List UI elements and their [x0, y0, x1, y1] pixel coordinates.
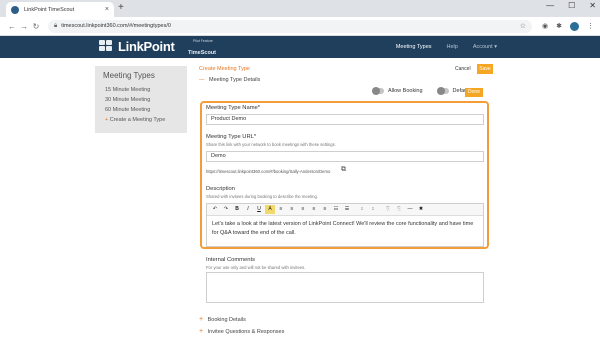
reload-icon[interactable]: ↻ [30, 22, 42, 31]
sidebar: Meeting Types 15 Minute Meeting 30 Minut… [95, 66, 187, 133]
nav-meeting-types[interactable]: Meeting Types [396, 44, 432, 50]
collapse-minus-icon: — [199, 77, 205, 83]
puzzle-icon[interactable]: ✱ [556, 22, 562, 30]
logo-text: LinkPoint [118, 39, 175, 54]
editor-toolbar: ↶ ↷ B I U A ≡ ≡ ≡ ≡ ≡ ☷ ☰ ↕ ↕ ⎘ ⎘ — ✖ [207, 204, 483, 216]
booking-details-label: Booking Details [207, 317, 246, 323]
tab-title: LinkPoint TimeScout [24, 6, 75, 13]
sidebar-item-30-minute[interactable]: 30 Minute Meeting [105, 95, 182, 105]
done-button[interactable]: Done [465, 88, 483, 97]
breadcrumb: Create Meeting Type [199, 66, 250, 72]
logo-product-name: TimeScout [188, 50, 217, 56]
nav-account[interactable]: Account ▾ [473, 44, 497, 50]
description-label: Description [206, 186, 235, 192]
line-height-icon[interactable]: ↕ [357, 205, 367, 214]
url-label: Meeting Type URL* [206, 134, 257, 140]
browser-toolbar: ← → ↻ 🔒︎ timescout.linkpoint360.com/#/me… [0, 17, 600, 36]
url-hint: Share this link with your network to boo… [206, 142, 336, 147]
internal-comments-label: Internal Comments [206, 257, 255, 263]
name-label: Meeting Type Name* [206, 105, 261, 111]
nav-help[interactable]: Help [447, 44, 458, 50]
align-right-icon[interactable]: ≡ [298, 205, 308, 214]
close-window-icon[interactable]: ✕ [589, 1, 596, 10]
profile-avatar-icon[interactable] [570, 21, 579, 31]
copy-icon[interactable]: ⧉ [341, 166, 346, 174]
app-nav: Meeting Types Help Account ▾ [396, 36, 497, 58]
bold-button[interactable]: B [232, 205, 242, 214]
toggle-row: Allow Booking Default [372, 87, 470, 95]
allow-booking-toggle[interactable] [372, 87, 384, 95]
linkpoint-favicon-icon [11, 5, 19, 14]
cancel-button[interactable]: Cancel [455, 66, 471, 72]
section-meeting-type-details[interactable]: — Meeting Type Details [199, 77, 260, 83]
browser-tab[interactable]: LinkPoint TimeScout × [6, 2, 114, 17]
numbered-list-icon[interactable]: ☷ [331, 205, 341, 214]
expand-plus-icon: + [199, 328, 204, 335]
link-icon[interactable]: ⎘ [383, 205, 393, 214]
maximize-icon[interactable]: ☐ [568, 1, 575, 10]
linkpoint-logo[interactable]: LinkPoint [99, 39, 175, 54]
plus-icon: + [105, 117, 109, 123]
bookmark-star-icon[interactable]: ☆ [520, 22, 526, 30]
default-toggle[interactable] [436, 87, 449, 95]
horizontal-rule-icon[interactable]: — [405, 205, 415, 214]
logo-pilot-label: Pilot Feature [193, 39, 213, 43]
clear-format-icon[interactable]: ✖ [416, 205, 426, 214]
bullet-list-icon[interactable]: ☰ [342, 205, 352, 214]
meeting-name-input[interactable]: Product Demo [206, 114, 484, 125]
minimize-icon[interactable]: — [546, 1, 554, 10]
redo-icon[interactable]: ↷ [221, 205, 231, 214]
save-button[interactable]: Save [477, 64, 493, 74]
sidebar-item-create-label: Create a Meeting Type [109, 117, 166, 123]
section-invitee-questions[interactable]: + Invitee Questions & Responses [199, 328, 284, 335]
underline-button[interactable]: U [254, 205, 264, 214]
unlink-icon[interactable]: ⎘ [394, 205, 404, 214]
section-title: Meeting Type Details [209, 77, 261, 83]
lock-icon: 🔒︎ [54, 22, 58, 29]
spacing-icon[interactable]: ↕ [368, 205, 378, 214]
internal-comments-hint: For your use only and will not be shared… [206, 265, 306, 270]
tab-close-icon[interactable]: × [105, 6, 109, 13]
extension-icons: ◉ ✱ ⋮ [542, 21, 594, 31]
undo-icon[interactable]: ↶ [210, 205, 220, 214]
expand-plus-icon: + [199, 316, 204, 323]
logo-grid-icon [99, 40, 114, 53]
highlight-button[interactable]: A [265, 205, 275, 214]
align-left-icon[interactable]: ≡ [276, 205, 286, 214]
sidebar-item-60-minute[interactable]: 60 Minute Meeting [105, 105, 182, 115]
sidebar-item-15-minute[interactable]: 15 Minute Meeting [105, 85, 182, 95]
description-hint: Shared with invitees during booking to d… [206, 194, 318, 199]
new-tab-button[interactable]: + [118, 2, 124, 14]
align-center-icon[interactable]: ≡ [287, 205, 297, 214]
address-url: timescout.linkpoint360.com/#/meetingtype… [61, 23, 171, 29]
full-booking-url: https://timescout.linkpoint360.com/#/boo… [206, 169, 331, 174]
window-controls: — ☐ ✕ [546, 1, 596, 10]
description-editor: ↶ ↷ B I U A ≡ ≡ ≡ ≡ ≡ ☷ ☰ ↕ ↕ ⎘ ⎘ — ✖ Le… [206, 203, 484, 247]
extension-icon[interactable]: ◉ [542, 22, 548, 30]
forward-arrow-icon[interactable]: → [18, 22, 30, 31]
address-bar[interactable]: 🔒︎ timescout.linkpoint360.com/#/meetingt… [48, 19, 533, 33]
indent-icon[interactable]: ≡ [320, 205, 330, 214]
invitee-questions-label: Invitee Questions & Responses [207, 329, 285, 335]
back-arrow-icon[interactable]: ← [6, 22, 18, 31]
italic-button[interactable]: I [243, 205, 253, 214]
app-header: LinkPoint Pilot Feature TimeScout Meetin… [0, 36, 600, 58]
align-justify-icon[interactable]: ≡ [309, 205, 319, 214]
sidebar-item-create[interactable]: + Create a Meeting Type [105, 115, 182, 125]
browser-tabstrip: LinkPoint TimeScout × + — ☐ ✕ [0, 0, 600, 17]
allow-booking-label: Allow Booking [388, 88, 423, 94]
sidebar-title: Meeting Types [103, 71, 155, 80]
meeting-url-input[interactable]: Demo [206, 151, 484, 162]
description-text[interactable]: Let's take a look at the latest version … [207, 216, 483, 242]
internal-comments-textarea[interactable] [206, 272, 484, 303]
section-booking-details[interactable]: + Booking Details [199, 316, 246, 323]
menu-kebab-icon[interactable]: ⋮ [587, 22, 594, 30]
